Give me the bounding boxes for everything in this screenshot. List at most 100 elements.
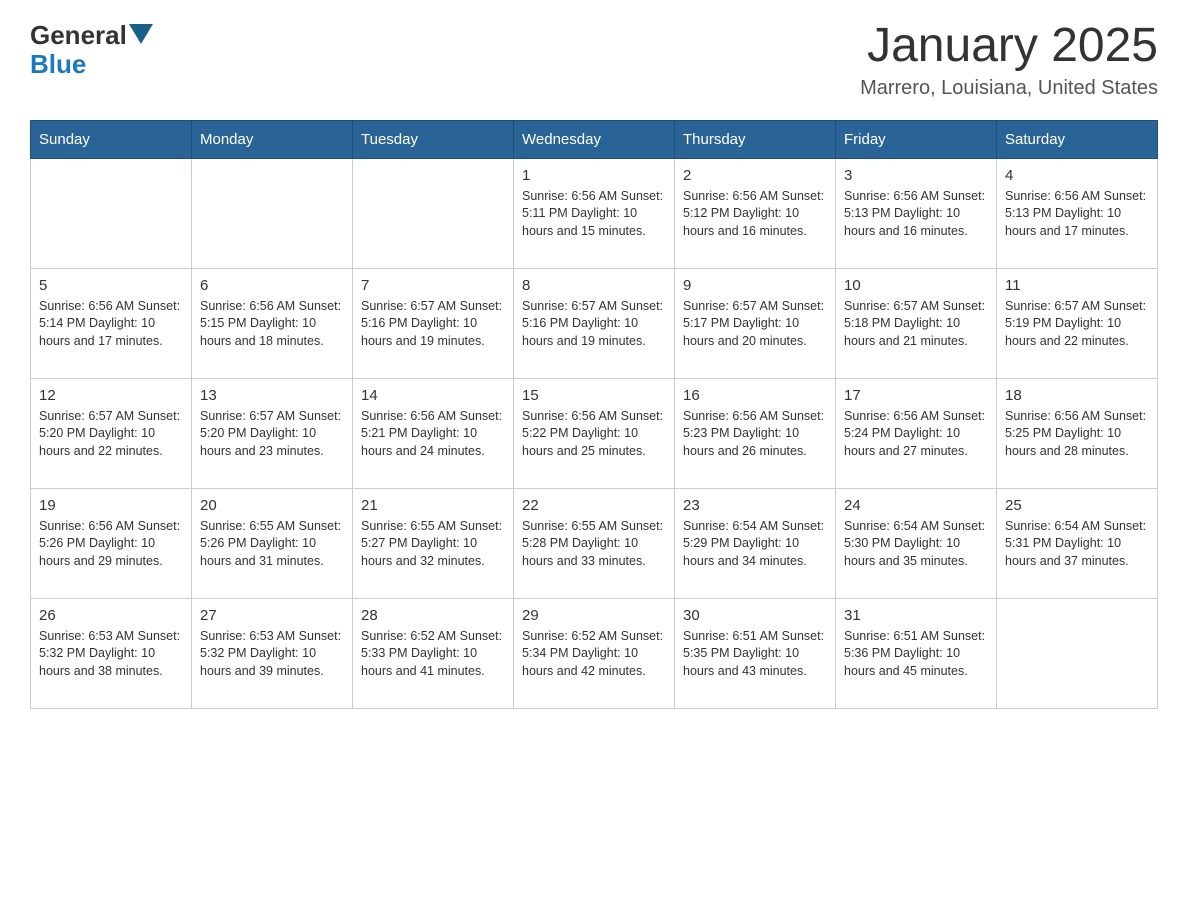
day-info: Sunrise: 6:55 AM Sunset: 5:28 PM Dayligh… — [522, 518, 666, 571]
day-number: 29 — [522, 607, 666, 624]
calendar-cell: 3 Sunrise: 6:56 AM Sunset: 5:13 PM Daylig… — [836, 158, 997, 268]
calendar-week-3: 19 Sunrise: 6:56 AM Sunset: 5:26 PM Dayli… — [31, 488, 1158, 598]
day-number: 28 — [361, 607, 505, 624]
calendar-header-saturday: Saturday — [997, 120, 1158, 158]
calendar-week-0: 1 Sunrise: 6:56 AM Sunset: 5:11 PM Daylig… — [31, 158, 1158, 268]
day-info: Sunrise: 6:56 AM Sunset: 5:13 PM Dayligh… — [1005, 188, 1149, 241]
logo-blue-text: Blue — [30, 51, 86, 77]
calendar-cell: 24 Sunrise: 6:54 AM Sunset: 5:30 PM Dayli… — [836, 488, 997, 598]
day-number: 25 — [1005, 497, 1149, 514]
day-number: 1 — [522, 167, 666, 184]
calendar-cell: 4 Sunrise: 6:56 AM Sunset: 5:13 PM Daylig… — [997, 158, 1158, 268]
calendar-cell: 5 Sunrise: 6:56 AM Sunset: 5:14 PM Daylig… — [31, 268, 192, 378]
calendar-table: SundayMondayTuesdayWednesdayThursdayFrid… — [30, 120, 1158, 709]
day-number: 15 — [522, 387, 666, 404]
day-info: Sunrise: 6:56 AM Sunset: 5:24 PM Dayligh… — [844, 408, 988, 461]
calendar-header-tuesday: Tuesday — [353, 120, 514, 158]
day-info: Sunrise: 6:56 AM Sunset: 5:26 PM Dayligh… — [39, 518, 183, 571]
day-number: 8 — [522, 277, 666, 294]
day-info: Sunrise: 6:57 AM Sunset: 5:16 PM Dayligh… — [522, 298, 666, 351]
calendar-header-thursday: Thursday — [675, 120, 836, 158]
day-number: 11 — [1005, 277, 1149, 294]
day-info: Sunrise: 6:54 AM Sunset: 5:31 PM Dayligh… — [1005, 518, 1149, 571]
day-number: 24 — [844, 497, 988, 514]
calendar-cell: 9 Sunrise: 6:57 AM Sunset: 5:17 PM Daylig… — [675, 268, 836, 378]
calendar-cell: 17Sunrise: 6:56 AM Sunset: 5:24 PM Dayli… — [836, 378, 997, 488]
calendar-cell: 20Sunrise: 6:55 AM Sunset: 5:26 PM Dayli… — [192, 488, 353, 598]
calendar-week-1: 5 Sunrise: 6:56 AM Sunset: 5:14 PM Daylig… — [31, 268, 1158, 378]
day-number: 10 — [844, 277, 988, 294]
title-area: January 2025 Marrero, Louisiana, United … — [860, 20, 1158, 100]
calendar-header-row: SundayMondayTuesdayWednesdayThursdayFrid… — [31, 120, 1158, 158]
day-number: 7 — [361, 277, 505, 294]
day-number: 30 — [683, 607, 827, 624]
day-number: 9 — [683, 277, 827, 294]
calendar-cell: 21 Sunrise: 6:55 AM Sunset: 5:27 PM Dayli… — [353, 488, 514, 598]
day-info: Sunrise: 6:54 AM Sunset: 5:30 PM Dayligh… — [844, 518, 988, 571]
day-info: Sunrise: 6:56 AM Sunset: 5:15 PM Dayligh… — [200, 298, 344, 351]
day-number: 19 — [39, 497, 183, 514]
day-number: 4 — [1005, 167, 1149, 184]
calendar-cell: 11 Sunrise: 6:57 AM Sunset: 5:19 PM Dayli… — [997, 268, 1158, 378]
calendar-header-wednesday: Wednesday — [514, 120, 675, 158]
calendar-cell: 22 Sunrise: 6:55 AM Sunset: 5:28 PM Dayli… — [514, 488, 675, 598]
day-info: Sunrise: 6:51 AM Sunset: 5:36 PM Dayligh… — [844, 628, 988, 681]
day-info: Sunrise: 6:55 AM Sunset: 5:26 PM Dayligh… — [200, 518, 344, 571]
day-number: 2 — [683, 167, 827, 184]
calendar-cell: 25 Sunrise: 6:54 AM Sunset: 5:31 PM Dayli… — [997, 488, 1158, 598]
day-number: 21 — [361, 497, 505, 514]
day-info: Sunrise: 6:55 AM Sunset: 5:27 PM Dayligh… — [361, 518, 505, 571]
calendar-header-sunday: Sunday — [31, 120, 192, 158]
day-number: 18 — [1005, 387, 1149, 404]
calendar-cell — [31, 158, 192, 268]
day-number: 22 — [522, 497, 666, 514]
day-number: 31 — [844, 607, 988, 624]
logo-triangle-icon — [129, 24, 153, 44]
day-info: Sunrise: 6:57 AM Sunset: 5:16 PM Dayligh… — [361, 298, 505, 351]
calendar-cell: 8 Sunrise: 6:57 AM Sunset: 5:16 PM Daylig… — [514, 268, 675, 378]
calendar-cell: 30 Sunrise: 6:51 AM Sunset: 5:35 PM Dayli… — [675, 598, 836, 708]
day-info: Sunrise: 6:56 AM Sunset: 5:13 PM Dayligh… — [844, 188, 988, 241]
calendar-cell: 14 Sunrise: 6:56 AM Sunset: 5:21 PM Dayli… — [353, 378, 514, 488]
calendar-cell: 28 Sunrise: 6:52 AM Sunset: 5:33 PM Dayli… — [353, 598, 514, 708]
calendar-cell: 31 Sunrise: 6:51 AM Sunset: 5:36 PM Dayli… — [836, 598, 997, 708]
calendar-cell — [353, 158, 514, 268]
page-subtitle: Marrero, Louisiana, United States — [860, 77, 1158, 100]
calendar-cell: 7 Sunrise: 6:57 AM Sunset: 5:16 PM Daylig… — [353, 268, 514, 378]
calendar-header-friday: Friday — [836, 120, 997, 158]
day-number: 3 — [844, 167, 988, 184]
calendar-cell: 19 Sunrise: 6:56 AM Sunset: 5:26 PM Dayli… — [31, 488, 192, 598]
page-header: General Blue January 2025 Marrero, Louis… — [30, 20, 1158, 100]
day-number: 23 — [683, 497, 827, 514]
calendar-cell: 13Sunrise: 6:57 AM Sunset: 5:20 PM Dayli… — [192, 378, 353, 488]
day-info: Sunrise: 6:52 AM Sunset: 5:33 PM Dayligh… — [361, 628, 505, 681]
day-info: Sunrise: 6:57 AM Sunset: 5:20 PM Dayligh… — [200, 408, 344, 461]
day-info: Sunrise: 6:57 AM Sunset: 5:17 PM Dayligh… — [683, 298, 827, 351]
day-info: Sunrise: 6:56 AM Sunset: 5:25 PM Dayligh… — [1005, 408, 1149, 461]
calendar-cell: 23Sunrise: 6:54 AM Sunset: 5:29 PM Dayli… — [675, 488, 836, 598]
day-info: Sunrise: 6:56 AM Sunset: 5:21 PM Dayligh… — [361, 408, 505, 461]
logo-general-text: General — [30, 20, 127, 51]
calendar-cell — [192, 158, 353, 268]
day-info: Sunrise: 6:53 AM Sunset: 5:32 PM Dayligh… — [39, 628, 183, 681]
calendar-week-4: 26 Sunrise: 6:53 AM Sunset: 5:32 PM Dayli… — [31, 598, 1158, 708]
calendar-header-monday: Monday — [192, 120, 353, 158]
calendar-cell: 10Sunrise: 6:57 AM Sunset: 5:18 PM Dayli… — [836, 268, 997, 378]
day-info: Sunrise: 6:51 AM Sunset: 5:35 PM Dayligh… — [683, 628, 827, 681]
day-info: Sunrise: 6:56 AM Sunset: 5:14 PM Dayligh… — [39, 298, 183, 351]
day-number: 26 — [39, 607, 183, 624]
day-number: 6 — [200, 277, 344, 294]
calendar-cell: 6 Sunrise: 6:56 AM Sunset: 5:15 PM Daylig… — [192, 268, 353, 378]
day-info: Sunrise: 6:57 AM Sunset: 5:19 PM Dayligh… — [1005, 298, 1149, 351]
calendar-cell: 29Sunrise: 6:52 AM Sunset: 5:34 PM Dayli… — [514, 598, 675, 708]
day-info: Sunrise: 6:56 AM Sunset: 5:12 PM Dayligh… — [683, 188, 827, 241]
day-info: Sunrise: 6:57 AM Sunset: 5:20 PM Dayligh… — [39, 408, 183, 461]
calendar-cell: 26 Sunrise: 6:53 AM Sunset: 5:32 PM Dayli… — [31, 598, 192, 708]
day-number: 16 — [683, 387, 827, 404]
day-info: Sunrise: 6:53 AM Sunset: 5:32 PM Dayligh… — [200, 628, 344, 681]
logo: General Blue — [30, 20, 153, 77]
day-info: Sunrise: 6:56 AM Sunset: 5:11 PM Dayligh… — [522, 188, 666, 241]
day-number: 5 — [39, 277, 183, 294]
page-title: January 2025 — [860, 20, 1158, 73]
day-number: 14 — [361, 387, 505, 404]
